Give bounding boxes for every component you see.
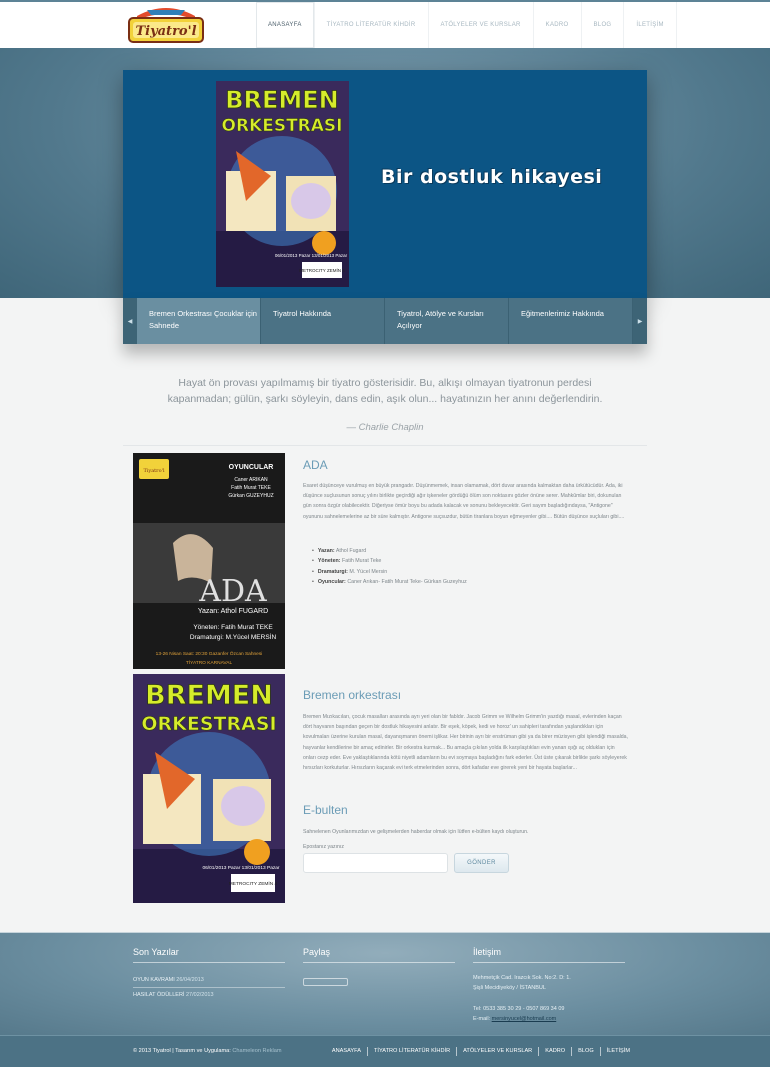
submit-button[interactable]: GÖNDER xyxy=(454,853,509,873)
contact-rule xyxy=(473,962,625,963)
bremen-title[interactable]: Bremen orkestrası xyxy=(303,688,401,702)
recent-post-1[interactable]: OYUN KAVRAMI 26/04/2013 xyxy=(133,977,204,983)
nav-atolyeler[interactable]: ATÖLYELER VE KURSLAR xyxy=(429,2,534,48)
svg-text:BREMEN: BREMEN xyxy=(225,86,339,114)
svg-text:Fatih Murat TEKE: Fatih Murat TEKE xyxy=(231,485,271,491)
tab-egitmenler[interactable]: Eğitmenlerimiz Hakkında xyxy=(509,298,633,344)
svg-text:Yazan: Athol FUGARD: Yazan: Athol FUGARD xyxy=(198,608,268,615)
svg-text:METROCITY ZEMİN 4: METROCITY ZEMİN 4 xyxy=(299,267,345,273)
bottom-bar: © 2013 Tiyatrol | Tasarım ve Uygulama: C… xyxy=(0,1035,770,1067)
ebulten-title: E-bulten xyxy=(303,803,348,817)
designer-link[interactable]: Chameleon Reklam xyxy=(232,1048,281,1054)
recent-posts-rule xyxy=(133,962,285,963)
nav-tiyatro-literatur[interactable]: TİYATRO LİTERATÜR KİHDİR xyxy=(315,2,429,48)
slider-tabs: ◀ Bremen Orkestrası Çocuklar için Sahned… xyxy=(123,298,647,344)
fact-yazan: Yazan: Athol Fugard xyxy=(312,546,467,556)
next-slide-arrow-icon[interactable]: ▶ xyxy=(633,298,647,344)
ebulten-label: Epostanız yazınız xyxy=(303,844,344,850)
footer-nav-kadro[interactable]: KADRO xyxy=(539,1047,573,1056)
recent-post-2[interactable]: HASILAT ÖDÜLLERİ 27/02/2013 xyxy=(133,992,214,998)
footer-nav-anasayfa[interactable]: ANASAYFA xyxy=(326,1047,368,1056)
nav-anasayfa[interactable]: ANASAYFA xyxy=(256,2,315,48)
email-link[interactable]: mersinyucel@hotmail.com xyxy=(492,1016,557,1022)
ebulten-text: Sahnelenen Oyunlarımızdan ve gelişmelerd… xyxy=(303,829,529,835)
tab-tiyatrol-hakkinda[interactable]: Tiyatrol Hakkında xyxy=(261,298,385,344)
recent-post-separator xyxy=(133,987,285,988)
footer: Son Yazılar OYUN KAVRAMI 26/04/2013 HASI… xyxy=(0,932,770,1035)
svg-text:Tiyatro'l: Tiyatro'l xyxy=(143,468,165,474)
footer-nav-tiyatro-literatur[interactable]: TİYATRO LİTERATÜR KİHDİR xyxy=(368,1047,458,1056)
hero-slide[interactable]: BREMEN ORKESTRASI 06/01/2013 Pazar 13/01… xyxy=(123,70,647,298)
bremen-text: Bremen Mızıkacıları, çocuk masalları ara… xyxy=(303,714,628,772)
nav-iletisim[interactable]: İLETİŞİM xyxy=(624,2,677,48)
prev-slide-arrow-icon[interactable]: ◀ xyxy=(123,298,137,344)
svg-text:06/01/2013 Pazar 13/01/2013 Pa: 06/01/2013 Pazar 13/01/2013 Pazar xyxy=(202,865,279,871)
share-rule xyxy=(303,962,455,963)
svg-text:ORKESTRASI: ORKESTRASI xyxy=(141,713,276,735)
fact-oyuncular: Oyuncular: Caner Arıkan- Fatih Murat Tek… xyxy=(312,577,467,587)
tiyatrol-logo[interactable]: Tiyatro'l xyxy=(127,6,205,44)
recent-posts-heading: Son Yazılar xyxy=(133,947,179,957)
content-divider xyxy=(123,445,647,446)
svg-text:Caner ARIKAN: Caner ARIKAN xyxy=(234,477,268,483)
logo-text: Tiyatro'l xyxy=(135,24,196,39)
contact-email: E-mail: mersinyucel@hotmail.com xyxy=(473,1016,557,1022)
fact-dramaturgi: Dramaturgi: M. Yücel Mersin xyxy=(312,567,467,577)
tab-atolye-kurslar[interactable]: Tiyatrol, Atölye ve Kursları Açılıyor xyxy=(385,298,509,344)
slide-title: Bir dostluk hikayesi xyxy=(381,166,603,188)
contact-phone: Tel: 0533 385 30 29 - 0507 869 34 09 xyxy=(473,1006,565,1012)
svg-text:13-26 Nisan Saat: 20:30 Gaza: 13-26 Nisan Saat: 20:30 Gazanfer Özcan S… xyxy=(156,650,263,657)
contact-address-1: Mehmetçik Cad. Irazcık Sok. No:2. D: 1. xyxy=(473,975,571,981)
copyright: © 2013 Tiyatrol | Tasarım ve Uygulama: C… xyxy=(133,1048,282,1054)
bremen-poster-image: BREMEN ORKESTRASI 06/01/2013 Pazar 13/01… xyxy=(216,81,349,287)
contact-heading: İletişim xyxy=(473,947,502,957)
svg-text:METROCITY ZEMİN 4: METROCITY ZEMİN 4 xyxy=(229,880,278,887)
quote-author: — Charlie Chaplin xyxy=(346,422,424,433)
chaplin-quote: Hayat ön provası yapılmamış bir tiyatro … xyxy=(167,377,603,405)
nav-kadro[interactable]: KADRO xyxy=(534,2,582,48)
ada-facts: Yazan: Athol Fugard Yöneten: Fatih Murat… xyxy=(312,546,467,587)
footer-nav: ANASAYFA TİYATRO LİTERATÜR KİHDİR ATÖLYE… xyxy=(326,1047,630,1056)
fact-yoneten: Yöneten: Fatih Murat Teke xyxy=(312,556,467,566)
ada-title[interactable]: ADA xyxy=(303,458,328,472)
bremen-poster-image-2[interactable]: BREMEN ORKESTRASI 06/01/2013 Pazar 13/01… xyxy=(133,674,285,903)
svg-text:OYUNCULAR: OYUNCULAR xyxy=(229,464,274,471)
share-heading: Paylaş xyxy=(303,947,331,957)
email-field[interactable] xyxy=(303,853,448,873)
share-widget[interactable] xyxy=(303,978,348,986)
svg-text:TİYATRO KARNAVAL: TİYATRO KARNAVAL xyxy=(186,659,233,666)
ada-text: Esaret düşünceye vurulmuş en büyük prang… xyxy=(303,483,625,520)
tab-bremen[interactable]: Bremen Orkestrası Çocuklar için Sahnede xyxy=(137,298,261,344)
svg-text:Dramaturgi: M.Yücel MERSİN: Dramaturgi: M.Yücel MERSİN xyxy=(190,632,277,641)
ada-poster-image[interactable]: Tiyatro'l OYUNCULAR Caner ARIKAN Fatih M… xyxy=(133,453,285,669)
svg-text:Yöneten: Fatih Murat TEKE: Yöneten: Fatih Murat TEKE xyxy=(193,624,273,631)
footer-nav-iletisim[interactable]: İLETİŞİM xyxy=(601,1047,630,1056)
svg-text:Gürkan GUZEYHUZ: Gürkan GUZEYHUZ xyxy=(228,493,273,499)
svg-text:ADA: ADA xyxy=(198,574,267,609)
main-nav: ANASAYFA TİYATRO LİTERATÜR KİHDİR ATÖLYE… xyxy=(256,2,677,48)
svg-text:ORKESTRASI: ORKESTRASI xyxy=(222,116,343,136)
top-bar: Tiyatro'l ANASAYFA TİYATRO LİTERATÜR KİH… xyxy=(0,0,770,48)
svg-text:06/01/2013 Pazar 13/01/2013 Pa: 06/01/2013 Pazar 13/01/2013 Pazar xyxy=(275,253,348,258)
footer-nav-blog[interactable]: BLOG xyxy=(572,1047,601,1056)
footer-nav-atolyeler[interactable]: ATÖLYELER VE KURSLAR xyxy=(457,1047,540,1056)
svg-text:BREMEN: BREMEN xyxy=(145,680,273,711)
contact-address-2: Şişli Mecidiyeköy / İSTANBUL xyxy=(473,985,546,991)
nav-blog[interactable]: BLOG xyxy=(582,2,625,48)
